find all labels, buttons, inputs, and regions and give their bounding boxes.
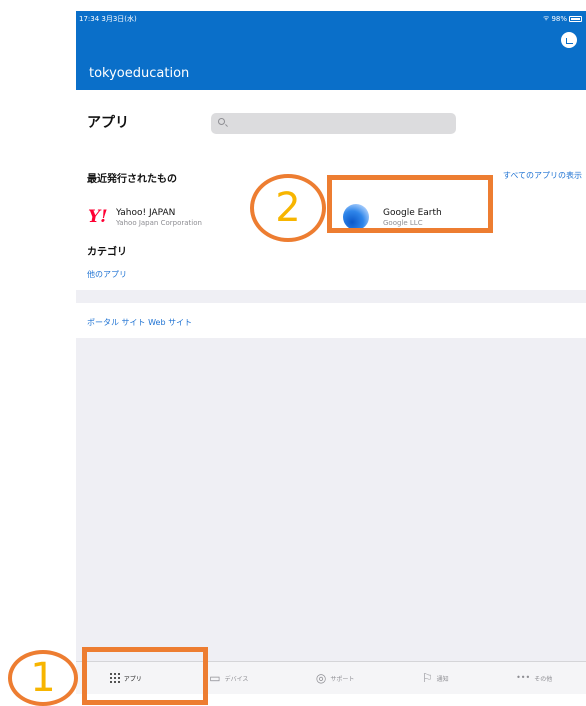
recent-apps-heading: 最近発行されたもの [87,174,177,185]
app-name: Yahoo! JAPAN [116,207,176,218]
tab-more[interactable]: ••• その他 [516,672,552,684]
highlight-box-apps-tab [82,647,208,705]
battery-icon [569,15,582,22]
tab-devices[interactable]: ▭ デバイス [209,672,248,684]
tab-notifications[interactable]: ⚐ 通知 [422,672,449,684]
more-icon: ••• [516,673,531,682]
step-2-marker: 2 [250,174,326,242]
portal-website-link[interactable]: ポータル サイト Web サイト [87,317,192,328]
ipad-screen: 17:34 3月3日(水) ᯤ 98% tokyoeducation アプリ 最… [76,11,586,694]
app-text: Yahoo! JAPAN Yahoo Japan Corporation [116,208,202,227]
portal-section: ポータル サイト Web サイト [76,303,586,338]
step-1-marker: 1 [8,650,78,706]
tab-label: デバイス [224,675,249,683]
device-icon: ▭ [209,671,221,685]
battery-percent: 98% [551,14,567,23]
screenshot-stage: 17:34 3月3日(水) ᯤ 98% tokyoeducation アプリ 最… [0,0,586,706]
yahoo-logo-icon: Y! [88,207,108,227]
category-heading: カテゴリ [87,247,127,258]
headset-icon: ◎ [315,671,327,685]
page-title: アプリ [87,115,129,131]
tab-label: サポート [330,675,355,683]
wifi-icon: ᯤ [543,14,550,22]
app-header: 17:34 3月3日(水) ᯤ 98% tokyoeducation [76,11,586,90]
search-icon [218,118,225,125]
status-time: 17:34 3月3日(水) [79,15,137,23]
tab-label: その他 [534,675,553,683]
highlight-box-google-earth [327,175,493,233]
tab-label: 通知 [436,675,449,683]
tab-support[interactable]: ◎ サポート [316,672,355,684]
app-publisher: Yahoo Japan Corporation [116,218,202,227]
view-all-apps-link[interactable]: すべてのアプリの表示 [503,170,582,181]
search-input[interactable] [211,113,456,134]
account-avatar-button[interactable] [561,32,577,48]
app-card-yahoo-japan[interactable]: Y! Yahoo! JAPAN Yahoo Japan Corporation [88,198,248,236]
other-apps-link[interactable]: 他のアプリ [87,269,127,280]
status-right: ᯤ 98% [543,14,582,23]
organization-name: tokyoeducation [89,66,190,81]
flag-icon: ⚐ [421,671,433,685]
